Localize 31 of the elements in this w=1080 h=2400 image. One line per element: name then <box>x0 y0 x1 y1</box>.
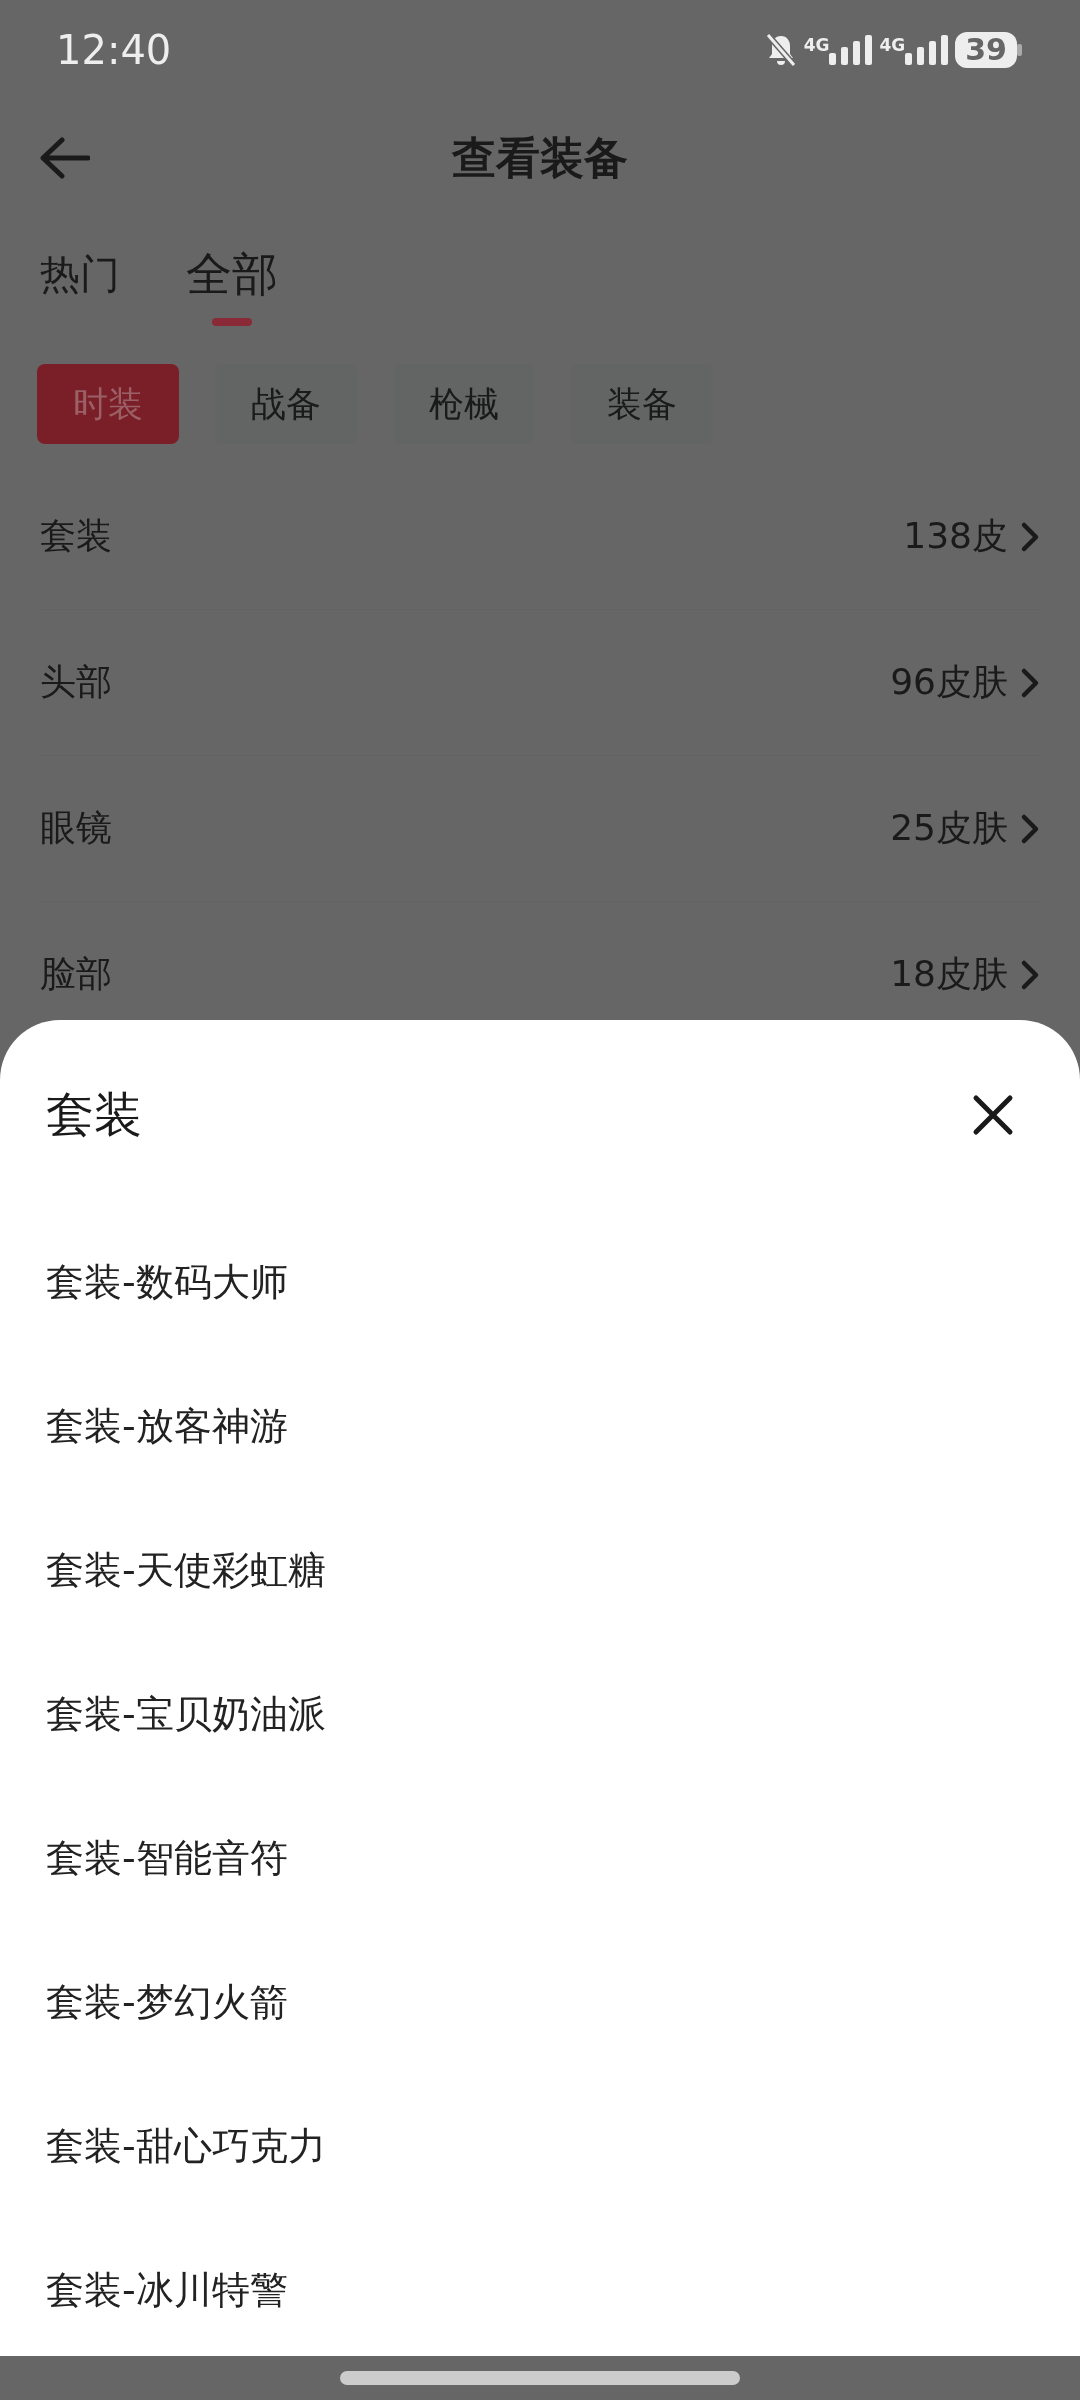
outfit-item[interactable]: 套装-放客神游 <box>46 1354 1034 1498</box>
sheet-title: 套装 <box>46 1085 143 1144</box>
signal-icon <box>829 35 874 65</box>
back-arrow-icon[interactable] <box>38 136 90 180</box>
page-title: 查看装备 <box>452 130 628 185</box>
skin-count: 138皮 <box>903 514 1008 558</box>
network-label: 4G <box>803 35 830 55</box>
close-icon[interactable] <box>972 1094 1014 1136</box>
outfit-item[interactable]: 套装-数码大师 <box>46 1210 1034 1354</box>
category-name: 头部 <box>40 660 113 704</box>
skin-count: 25皮肤 <box>890 806 1008 850</box>
clock: 12:40 <box>56 27 173 73</box>
signal-icon <box>905 35 950 65</box>
skin-count: 18皮肤 <box>890 952 1008 996</box>
battery-level: 39 <box>955 32 1017 68</box>
outfit-item[interactable]: 套装-冰川特警 <box>46 2218 1034 2362</box>
outfit-item[interactable]: 套装-甜心巧克力 <box>46 2074 1034 2218</box>
chevron-right-icon[interactable] <box>1020 958 1040 991</box>
category-name: 眼镜 <box>40 806 113 850</box>
skin-count: 96皮肤 <box>890 660 1008 704</box>
category-name: 脸部 <box>40 952 113 996</box>
battery-tip-icon <box>1017 44 1022 56</box>
network-label: 4G <box>879 35 906 55</box>
outfit-item[interactable]: 套装-宝贝奶油派 <box>46 1642 1034 1786</box>
chevron-right-icon[interactable] <box>1020 520 1040 553</box>
chevron-right-icon[interactable] <box>1020 666 1040 699</box>
category-name: 套装 <box>40 514 113 558</box>
outfit-item[interactable]: 套装-智能音符 <box>46 1786 1034 1930</box>
outfit-item[interactable]: 套装-梦幻火箭 <box>46 1930 1034 2074</box>
chevron-right-icon[interactable] <box>1020 812 1040 845</box>
outfit-item[interactable]: 套装-天使彩虹糖 <box>46 1498 1034 1642</box>
